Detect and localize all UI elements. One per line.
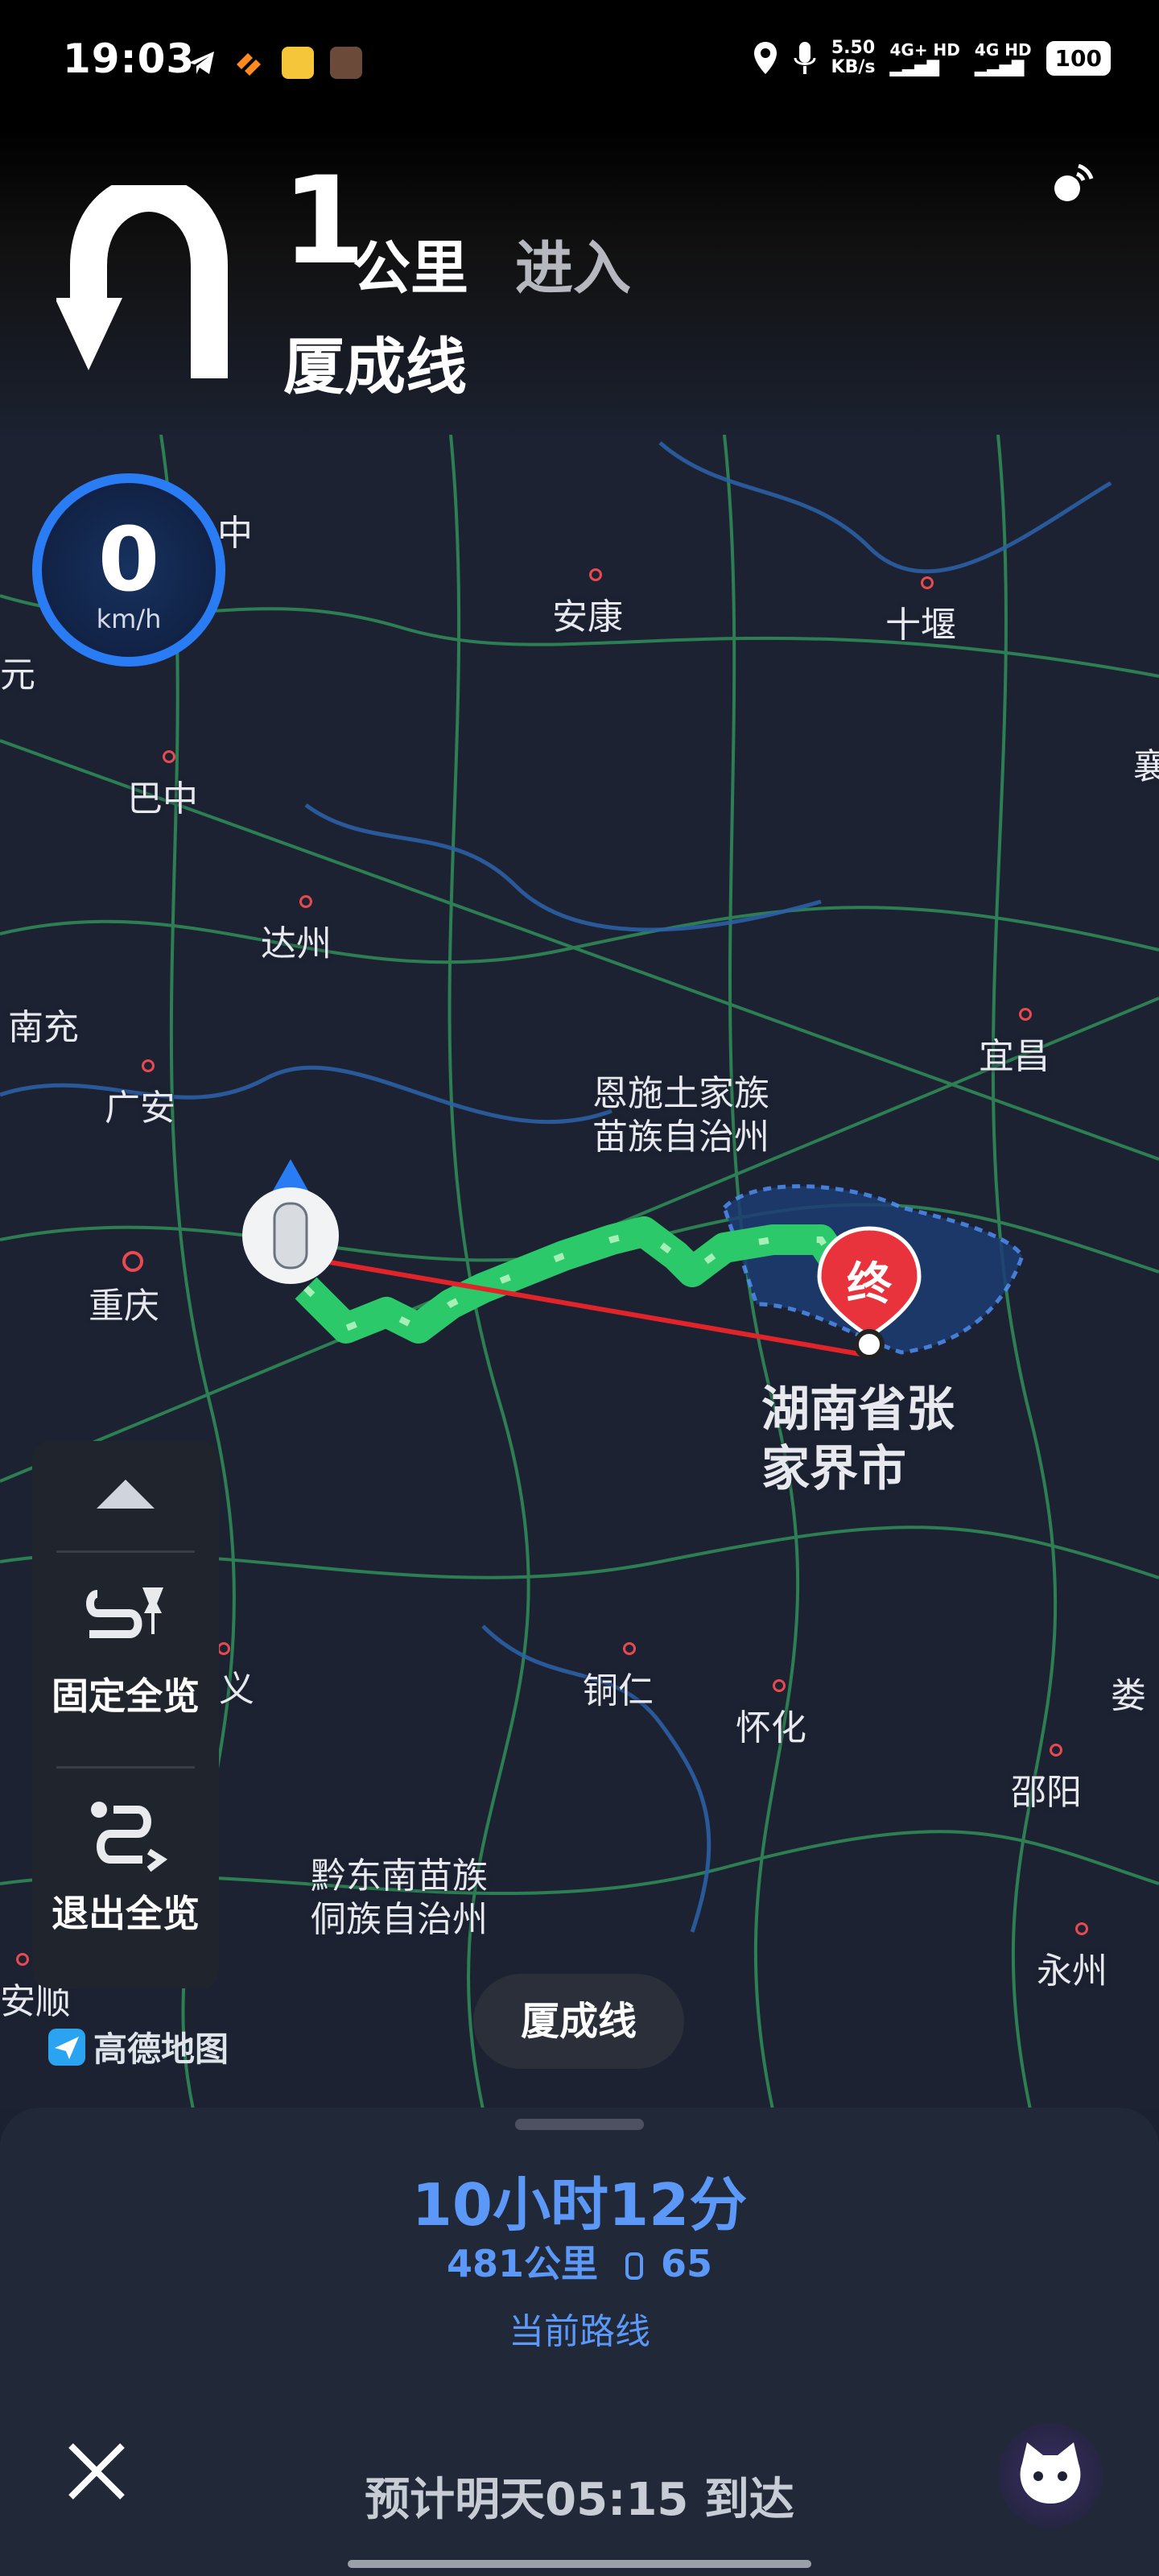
collapse-up-icon[interactable] — [93, 1473, 158, 1513]
maneuver-action: 进入 — [515, 234, 632, 302]
speed-value: 0 — [97, 508, 160, 611]
speed-unit: km/h — [96, 604, 162, 634]
next-road-name: 厦成线 — [283, 331, 467, 402]
destination-pin[interactable]: 终 — [813, 1224, 926, 1360]
route-distance-row: 481公里 65 — [0, 2235, 1159, 2288]
microphone-icon — [794, 42, 816, 74]
destination-label: 家界市 — [761, 1441, 906, 1497]
cat-assistant-icon — [1020, 2442, 1081, 2504]
traffic-light-icon — [625, 2252, 643, 2280]
distance-unit: 公里 — [353, 234, 469, 302]
divider — [56, 1766, 195, 1769]
exit-route-icon — [91, 1802, 168, 1872]
fix-overview-button[interactable]: 固定全览 — [32, 1578, 219, 1720]
signal-sim2: 4G HD ▂▃▅▇ — [974, 40, 1032, 76]
traffic-light-count: 65 — [661, 2242, 713, 2285]
clock: 19:03 — [63, 35, 196, 82]
network-speed: 5.50 KB/s — [831, 38, 876, 77]
route-duration: 10小时12分 — [411, 2171, 748, 2239]
overview-panel: 固定全览 退出全览 — [32, 1441, 219, 1988]
vehicle-position-marker — [230, 1151, 351, 1288]
app-notification-icon — [330, 47, 362, 79]
current-route-label: 当前路线 — [509, 2311, 650, 2352]
arrival-time: 预计明天05:15 到达 — [365, 2474, 794, 2526]
amap-logo-text: 高德地图 — [93, 2029, 229, 2069]
battery-indicator: 100 — [1046, 40, 1111, 76]
route-distance: 481公里 — [446, 2242, 598, 2285]
divider — [56, 1550, 195, 1553]
u-turn-icon — [56, 185, 228, 378]
home-indicator[interactable] — [348, 2560, 811, 2568]
speedometer: 0 km/h — [32, 473, 225, 667]
signal-sim1: 4G+ HD ▂▃▅▇ — [889, 40, 960, 76]
current-road-name: 厦成线 — [473, 1974, 684, 2069]
amap-logo: 高德地图 — [47, 2022, 229, 2071]
exit-overview-label: 退出全览 — [52, 1892, 200, 1935]
app-notification-icon — [237, 53, 261, 76]
exit-overview-button[interactable]: 退出全览 — [32, 1795, 219, 1938]
telegram-icon — [188, 52, 214, 74]
destination-marker-label: 终 — [847, 1258, 892, 1311]
voice-assistant-button[interactable] — [998, 2423, 1103, 2528]
fix-overview-label: 固定全览 — [52, 1674, 200, 1718]
app-notification-icon — [282, 47, 314, 79]
status-bar: 19:03 5.50 KB/s 4G+ HD ▂▃▅▇ 4G HD ▂▃▅▇ 100 — [0, 0, 1159, 129]
sheet-drag-handle[interactable] — [515, 2119, 644, 2130]
amap-logo-icon — [48, 2028, 85, 2066]
satellite-signal-icon[interactable] — [1046, 158, 1098, 209]
pin-route-icon — [86, 1587, 163, 1638]
location-icon — [753, 42, 777, 74]
status-right: 5.50 KB/s 4G+ HD ▂▃▅▇ 4G HD ▂▃▅▇ 100 — [753, 39, 1111, 77]
